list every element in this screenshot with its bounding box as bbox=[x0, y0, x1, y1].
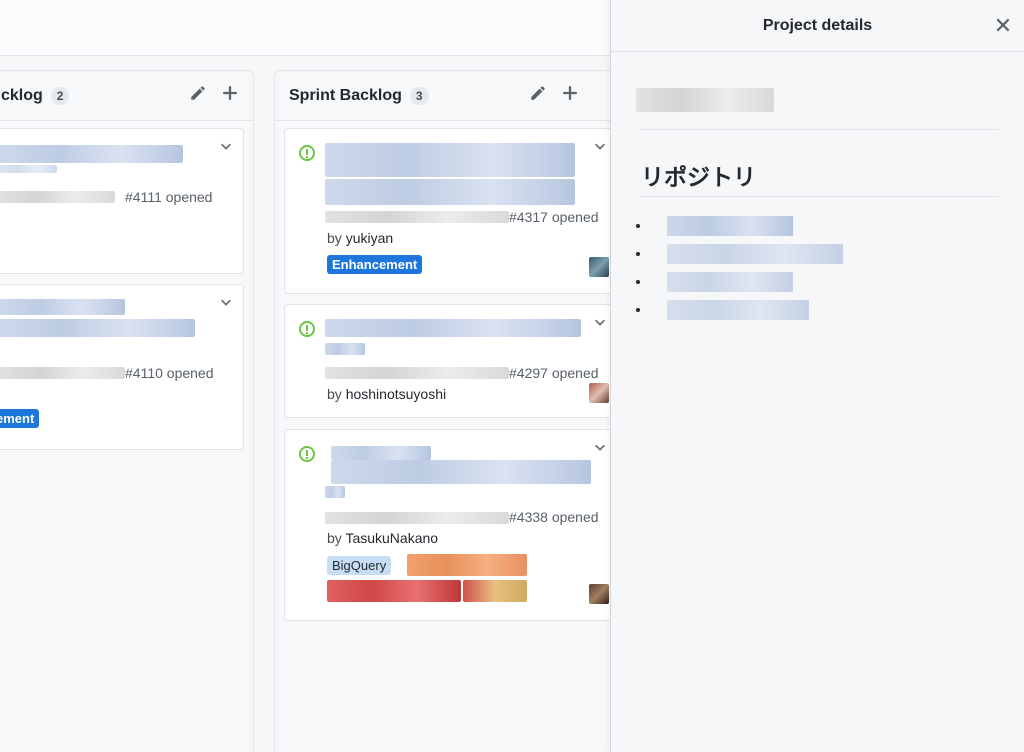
avatar[interactable] bbox=[589, 584, 609, 604]
author-name[interactable]: hoshinotsuyoshi bbox=[346, 386, 446, 402]
issue-card[interactable]: #4110 opened ement bbox=[0, 284, 244, 450]
issue-title-line2 bbox=[331, 460, 591, 484]
issue-title[interactable] bbox=[325, 319, 581, 337]
author-name[interactable]: yukiyan bbox=[346, 230, 393, 246]
pencil-icon[interactable] bbox=[189, 84, 207, 108]
project-name bbox=[636, 88, 774, 112]
issue-opened-icon bbox=[299, 145, 315, 161]
chevron-down-icon[interactable] bbox=[593, 315, 607, 334]
repo-link[interactable] bbox=[667, 216, 793, 236]
repo-name bbox=[325, 211, 509, 223]
issue-title-line3 bbox=[325, 486, 345, 498]
label-enhancement[interactable]: ement bbox=[0, 409, 40, 428]
label-red-2[interactable] bbox=[463, 580, 527, 602]
pencil-icon[interactable] bbox=[529, 84, 547, 108]
column-count-badge: 3 bbox=[409, 86, 429, 105]
label-orange[interactable] bbox=[407, 554, 527, 576]
avatar[interactable] bbox=[589, 257, 609, 277]
chevron-down-icon[interactable] bbox=[593, 440, 607, 459]
avatar[interactable] bbox=[589, 383, 609, 403]
issue-meta: #4297 opened bbox=[509, 365, 599, 381]
chevron-down-icon[interactable] bbox=[219, 295, 233, 314]
column-header: Sprint Backlog 3 bbox=[275, 71, 613, 121]
issue-meta: #4111 opened bbox=[125, 189, 213, 205]
issue-title[interactable] bbox=[0, 299, 125, 315]
panel-header: Project details bbox=[611, 0, 1024, 52]
list-item bbox=[651, 300, 843, 328]
issue-title-line2 bbox=[0, 165, 57, 173]
panel-title: Project details bbox=[762, 16, 873, 34]
repo-name bbox=[325, 367, 509, 379]
repo-link[interactable] bbox=[667, 300, 809, 320]
list-item bbox=[651, 272, 843, 300]
close-icon[interactable] bbox=[994, 16, 1012, 34]
label-red[interactable] bbox=[327, 580, 461, 602]
repo-link[interactable] bbox=[667, 244, 843, 264]
issue-title-line2 bbox=[325, 179, 575, 205]
issue-author: by yukiyan bbox=[327, 230, 393, 246]
issue-opened-icon bbox=[299, 446, 315, 462]
issue-meta: #4110 opened bbox=[125, 365, 214, 381]
divider bbox=[639, 196, 999, 197]
issue-meta: #4338 opened bbox=[509, 509, 599, 525]
label-enhancement[interactable]: Enhancement bbox=[327, 255, 423, 274]
issue-title-line2 bbox=[325, 343, 365, 355]
repo-link[interactable] bbox=[667, 272, 793, 292]
repositories-heading: リポジトリ bbox=[641, 164, 756, 190]
list-item bbox=[651, 216, 843, 244]
label-bigquery[interactable]: BigQuery bbox=[327, 556, 392, 575]
issue-card[interactable]: #4338 opened by TasukuNakano BigQuery bbox=[284, 429, 624, 621]
repo-name bbox=[325, 512, 509, 524]
column-count-badge: 2 bbox=[50, 86, 70, 105]
divider bbox=[639, 129, 999, 130]
list-item bbox=[651, 244, 843, 272]
column-title: cklog bbox=[1, 86, 43, 104]
column-title: Sprint Backlog bbox=[289, 86, 402, 104]
chevron-down-icon[interactable] bbox=[219, 139, 233, 158]
issue-author: by TasukuNakano bbox=[327, 530, 438, 546]
issue-card[interactable]: #4317 opened by yukiyan Enhancement bbox=[284, 128, 624, 294]
issue-title-line2 bbox=[0, 319, 195, 337]
issue-card[interactable]: #4111 opened bbox=[0, 128, 244, 274]
issue-opened-icon bbox=[299, 321, 315, 337]
by-prefix: by bbox=[327, 230, 346, 246]
repo-name bbox=[0, 367, 125, 379]
by-prefix: by bbox=[327, 530, 346, 546]
plus-icon[interactable] bbox=[221, 84, 239, 108]
project-details-panel: Project details リポジトリ bbox=[610, 0, 1024, 752]
by-prefix: by bbox=[327, 386, 346, 402]
issue-title[interactable] bbox=[331, 446, 431, 460]
issue-card[interactable]: #4297 opened by hoshinotsuyoshi bbox=[284, 304, 624, 418]
repository-list bbox=[651, 216, 843, 328]
issue-title[interactable] bbox=[0, 145, 183, 163]
issue-author: by hoshinotsuyoshi bbox=[327, 386, 446, 402]
column-header: cklog 2 bbox=[0, 71, 253, 121]
issue-title[interactable] bbox=[325, 143, 575, 177]
author-name[interactable]: TasukuNakano bbox=[345, 530, 438, 546]
plus-icon[interactable] bbox=[561, 84, 579, 108]
repo-name bbox=[0, 191, 115, 203]
chevron-down-icon[interactable] bbox=[593, 139, 607, 158]
issue-meta: #4317 opened bbox=[509, 209, 599, 225]
